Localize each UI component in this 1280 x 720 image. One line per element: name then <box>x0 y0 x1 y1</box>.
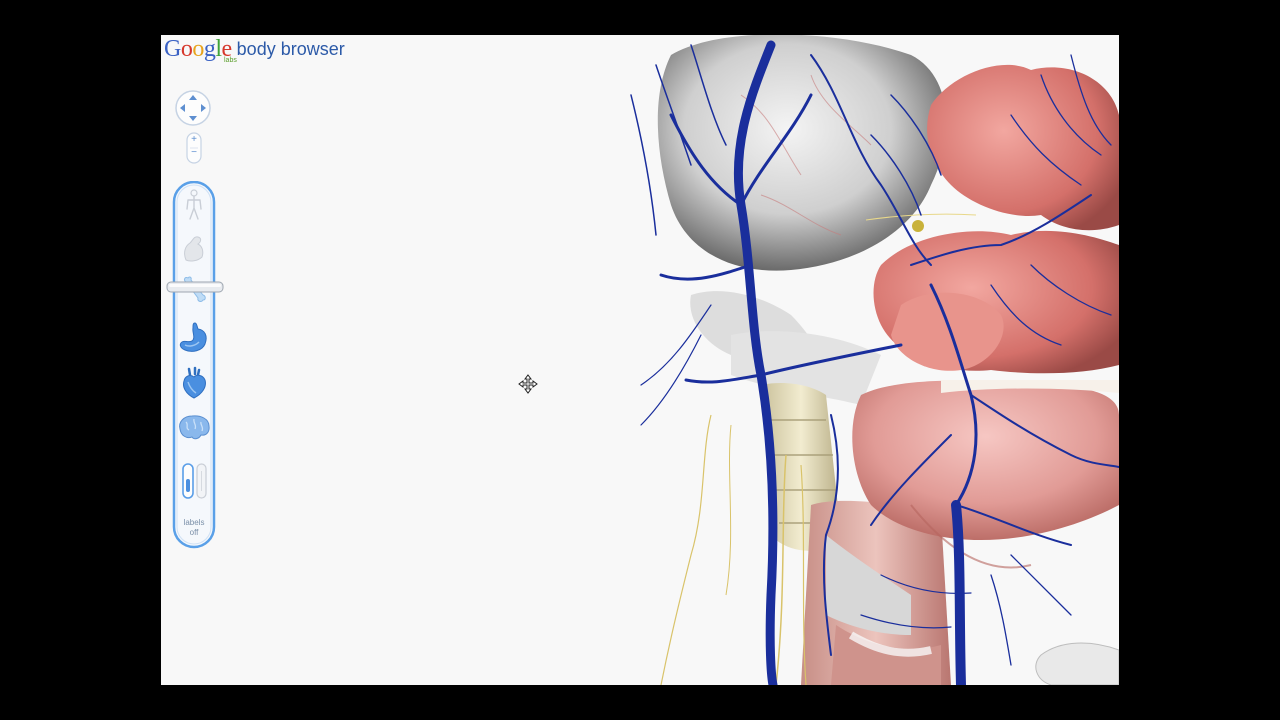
product-name: body browser <box>236 39 345 59</box>
layer-muscle-button[interactable] <box>172 233 216 263</box>
layer-organs-button[interactable] <box>172 320 216 354</box>
muscle-arm-icon <box>184 236 204 262</box>
pan-arrows-icon[interactable] <box>174 89 212 127</box>
google-logo: Google <box>164 36 232 62</box>
labels-toggle-icon <box>182 463 207 499</box>
labels-toggle[interactable] <box>172 463 216 499</box>
zoom-in-button[interactable]: + <box>186 134 202 145</box>
body-outline-icon <box>186 189 202 220</box>
heart-icon <box>183 366 206 399</box>
labs-badge: labs <box>224 57 237 64</box>
layer-circulatory-button[interactable] <box>172 366 216 400</box>
layer-slider[interactable] <box>166 181 224 549</box>
labels-toggle-label: labels off <box>183 518 205 537</box>
stomach-icon <box>179 322 207 352</box>
layer-nervous-button[interactable] <box>172 413 216 443</box>
layer-slider-handle[interactable] <box>166 280 224 293</box>
pan-control[interactable] <box>174 89 212 127</box>
move-cursor-icon <box>518 374 538 394</box>
brain-icon <box>179 415 210 440</box>
anatomy-model[interactable] <box>611 35 1119 685</box>
zoom-out-button[interactable]: − <box>186 147 202 158</box>
3d-viewport[interactable]: Google labs body browser + − labels off <box>161 35 1119 685</box>
zoom-control[interactable]: + − <box>186 132 202 164</box>
app-logo: Google labs body browser <box>164 35 345 67</box>
layer-skin-button[interactable] <box>172 189 216 221</box>
